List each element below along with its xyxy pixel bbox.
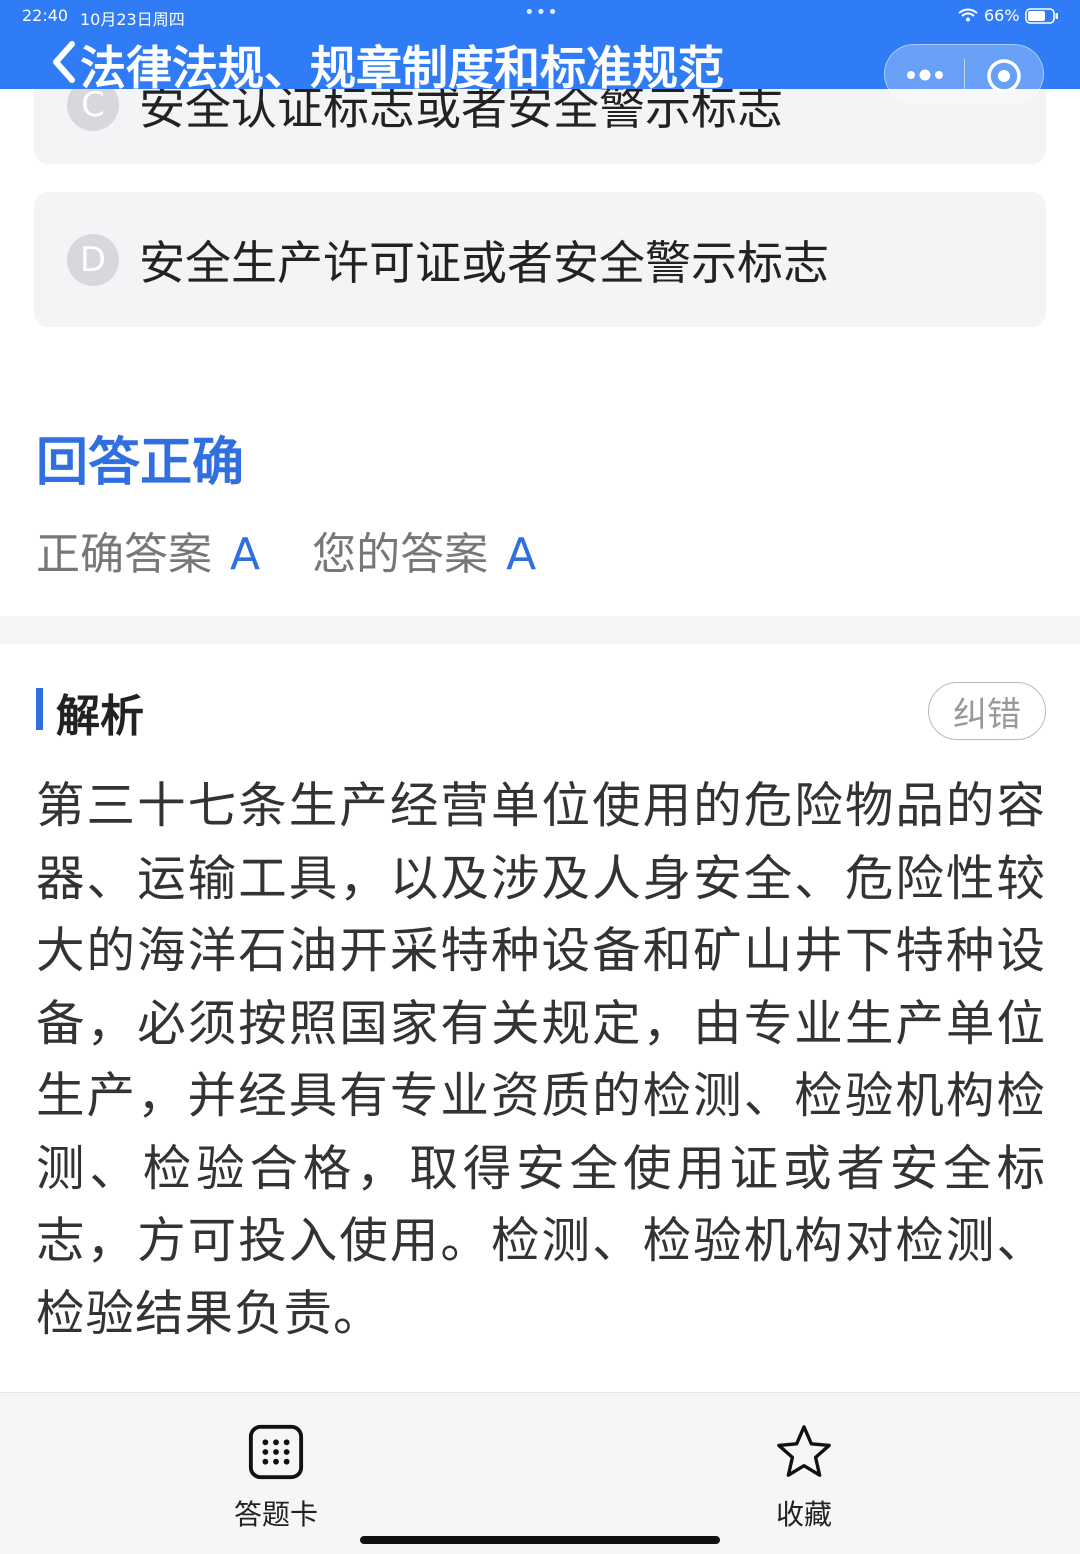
capsule-menu [884,44,1044,104]
page-title: 法律法规、规章制度和标准规范 [80,41,724,95]
back-icon[interactable] [50,40,80,84]
correct-answer-label: 正确答案 [36,529,212,580]
answer-row: 正确答案 A 您的答案 A [36,518,536,582]
answer-card-icon [248,1424,304,1480]
home-indicator [360,1536,720,1544]
wifi-icon [958,8,978,22]
correct-answer-value: A [230,529,261,580]
analysis-title: 解析 [56,691,144,742]
option-d-text: 安全生产许可证或者安全警示标志 [139,235,829,290]
answer-card-button[interactable]: 答题卡 [196,1423,356,1533]
status-time: 22:40 [22,6,69,25]
answer-card-label: 答题卡 [233,1498,318,1531]
your-answer-label: 您的答案 [312,529,489,580]
star-icon [777,1425,831,1477]
more-icon[interactable] [903,63,947,87]
analysis-text: 第三十七条生产经营单位使用的危险物品的容器、运输工具，以及涉及人身安全、危险性较… [36,778,1046,1342]
your-answer-value: A [506,529,537,580]
capsule-divider [964,59,965,91]
bottom-bar: 答题卡 收藏 [0,1392,1080,1554]
battery-icon [1025,8,1058,24]
result-title: 回答正确 [36,433,245,493]
target-icon[interactable] [985,57,1023,95]
option-d[interactable]: D 安全生产许可证或者安全警示标志 [34,192,1046,327]
status-dots: ••• [524,2,559,23]
report-error-button[interactable]: 纠错 [928,682,1046,740]
battery-percent: 66% [984,6,1020,25]
section-divider [0,616,1080,644]
favorite-label: 收藏 [775,1498,832,1531]
option-d-badge: D [67,233,119,286]
analysis-accent-bar [36,688,43,730]
status-date: 10月23日周四 [80,10,185,29]
favorite-button[interactable]: 收藏 [724,1423,884,1533]
